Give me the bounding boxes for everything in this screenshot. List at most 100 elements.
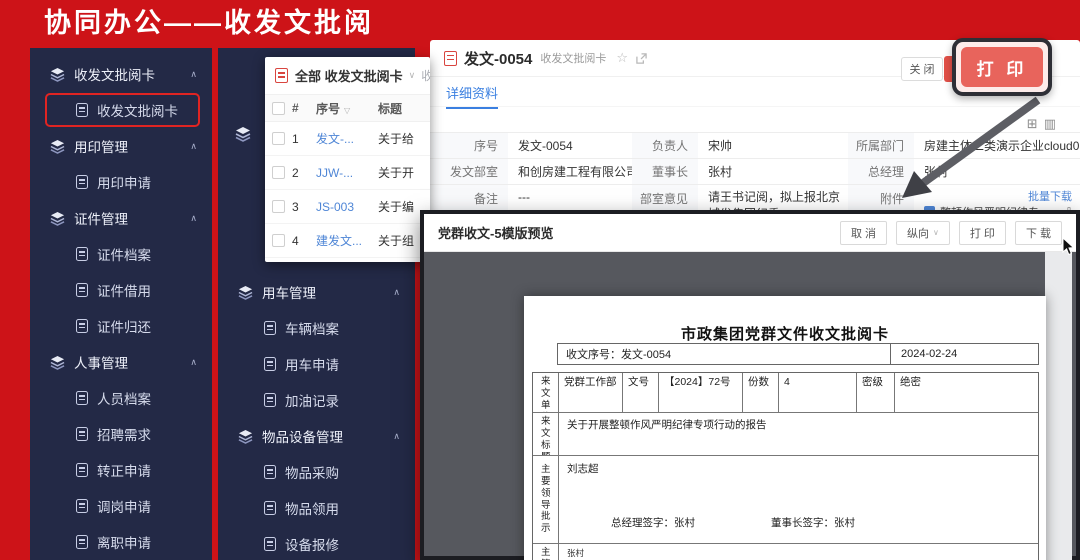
preview-modal: 党群收文-5模版预览 取 消 纵向∨ 打 印 下 载 市政集团党群文件收文批阅卡… [420, 210, 1080, 560]
row-serial-link[interactable]: 发文-... [316, 130, 378, 147]
gm-signature: 总经理签字：张村 [611, 515, 695, 530]
sidebar: 收发文批阅卡 ∧ 收发文批阅卡 用印管理 ∧ 用印申请 证件管理 ∧ 证件档案 … [30, 48, 212, 560]
table-row[interactable]: 1 发文-... 关于给 [265, 122, 430, 156]
field-label: 董事长 [632, 159, 698, 184]
chevron-up-icon[interactable]: ∧ [393, 431, 400, 442]
sidebar-item-renyuan-dangan[interactable]: 人员档案 [30, 380, 212, 416]
preview-doc-title: 市政集团党群文件收文批阅卡 [524, 323, 1046, 344]
table-row[interactable]: 2 JJW-... 关于开 [265, 156, 430, 190]
row-label: 主管领导批示 [533, 544, 559, 560]
clipboard-icon [76, 175, 88, 189]
item-label: 物品领用 [285, 498, 339, 518]
sidebar-item-zhaopin-xuqiu[interactable]: 招聘需求 [30, 416, 212, 452]
layers-icon [50, 211, 65, 226]
layers-icon [50, 139, 65, 154]
orientation-select[interactable]: 纵向∨ [896, 221, 950, 245]
modal-title: 党群收文-5模版预览 [438, 223, 831, 242]
row-serial-link[interactable]: JS-003 [316, 200, 378, 214]
group-label: 证件管理 [74, 208, 128, 228]
badge-icon [76, 463, 88, 477]
row-checkbox[interactable] [272, 132, 285, 145]
menu-item-cheliang-dangan[interactable]: 车辆档案 [218, 310, 415, 346]
cancel-button[interactable]: 取 消 [840, 221, 887, 245]
list-window-header: 全部 收发文批阅卡 ∨ 收发文 [265, 57, 430, 94]
item-label: 调岗申请 [97, 496, 151, 516]
sidebar-item-shoufawen-piyueka[interactable]: 收发文批阅卡 [45, 93, 200, 127]
row-checkbox[interactable] [272, 166, 285, 179]
file-icon [76, 247, 88, 261]
item-label: 加油记录 [285, 390, 339, 410]
row-serial-link[interactable]: JJW-... [316, 166, 378, 180]
item-label: 用车申请 [285, 354, 339, 374]
chevron-up-icon[interactable]: ∧ [190, 213, 197, 224]
chairman-link[interactable]: 张村 [698, 159, 848, 184]
filter-icon[interactable]: ▽ [344, 106, 350, 115]
document-id: 发文-0054 [464, 48, 532, 69]
clipboard-icon [264, 357, 276, 371]
row-serial-link[interactable]: 建发文... [316, 232, 378, 249]
row-checkbox[interactable] [272, 234, 285, 247]
star-icon[interactable]: ☆ [616, 50, 628, 66]
list-icon [264, 465, 276, 479]
chevron-up-icon[interactable]: ∧ [190, 357, 197, 368]
field-label: 发文部室 [430, 159, 508, 184]
sidebar-item-yongyin-shenqing[interactable]: 用印申请 [30, 164, 212, 200]
select-all-checkbox[interactable] [272, 102, 285, 115]
chevron-down-icon[interactable]: ∨ [409, 70, 416, 81]
item-label: 收发文批阅卡 [97, 100, 178, 120]
chairman-signature: 董事长签字：张村 [771, 515, 855, 530]
list-title: 收发文批阅卡 [325, 66, 403, 85]
menu-item-wupin-lingyong[interactable]: 物品领用 [218, 490, 415, 526]
target-icon [76, 427, 88, 441]
clipboard-icon [76, 103, 88, 117]
table-row[interactable]: 4 建发文... 关于组 [265, 224, 430, 258]
sidebar-group-zhengjian[interactable]: 证件管理 ∧ [30, 200, 212, 236]
chevron-up-icon[interactable]: ∧ [190, 69, 197, 80]
modal-print-button[interactable]: 打 印 [959, 221, 1006, 245]
menu-group-yongche[interactable]: 用车管理 ∧ [218, 274, 415, 310]
modal-download-button[interactable]: 下 载 [1015, 221, 1062, 245]
menu-group-wupin-shebei[interactable]: 物品设备管理 ∧ [218, 418, 415, 454]
external-link-icon[interactable] [636, 53, 647, 64]
row-checkbox[interactable] [272, 200, 285, 213]
layers-icon [50, 355, 65, 370]
sidebar-group-yongyin[interactable]: 用印管理 ∧ [30, 128, 212, 164]
sidebar-item-diaogang-shenqing[interactable]: 调岗申请 [30, 488, 212, 524]
chevron-up-icon[interactable]: ∧ [190, 141, 197, 152]
menu-item-wupin-caigou[interactable]: 物品采购 [218, 454, 415, 490]
list-title-prefix: 全部 [295, 66, 321, 85]
print-callout: 打 印 [952, 38, 1052, 96]
menu-item-yongche-shenqing[interactable]: 用车申请 [218, 346, 415, 382]
page-title: 协同办公——收发文批阅 [44, 1, 374, 40]
column-title: 标题 [378, 100, 430, 117]
menu-item-shebei-baoxiu[interactable]: 设备报修 [218, 526, 415, 560]
item-label: 证件借用 [97, 280, 151, 300]
close-button[interactable]: 关 闭 [901, 57, 943, 81]
item-label: 车辆档案 [285, 318, 339, 338]
field-value: 发文-0054 [508, 133, 632, 158]
preview-area: 市政集团党群文件收文批阅卡 收文序号：发文-0054 2024-02-24 来文… [424, 252, 1076, 560]
sidebar-item-zhengjian-guihuan[interactable]: 证件归还 [30, 308, 212, 344]
transfer-icon [76, 499, 88, 513]
chevron-up-icon[interactable]: ∧ [393, 287, 400, 298]
middle-menu: 用车管理 ∧ 车辆档案 用车申请 加油记录 物品设备管理 ∧ [218, 274, 415, 560]
item-label: 证件归还 [97, 316, 151, 336]
tab-details[interactable]: 详细资料 [446, 83, 498, 109]
item-label: 人员档案 [97, 388, 151, 408]
sidebar-group-shoufawen[interactable]: 收发文批阅卡 ∧ [30, 56, 212, 92]
menu-item-jiayou-jilu[interactable]: 加油记录 [218, 382, 415, 418]
group-label: 收发文批阅卡 [74, 64, 155, 84]
mouse-cursor [1062, 238, 1075, 256]
owner-link[interactable]: 宋帅 [698, 133, 848, 158]
sidebar-item-lizhi-shenqing[interactable]: 离职申请 [30, 524, 212, 560]
sidebar-item-zhuanzheng-shenqing[interactable]: 转正申请 [30, 452, 212, 488]
sidebar-item-zhengjian-jieyong[interactable]: 证件借用 [30, 272, 212, 308]
table-row[interactable]: 3 JS-003 关于编 [265, 190, 430, 224]
sidebar-item-zhengjian-dangan[interactable]: 证件档案 [30, 236, 212, 272]
print-button[interactable]: 打 印 [961, 47, 1043, 87]
tool-icon [264, 537, 276, 551]
scrollbar[interactable] [1045, 252, 1072, 560]
red-doc-icon [275, 68, 288, 83]
item-label: 离职申请 [97, 532, 151, 552]
sidebar-group-renshi[interactable]: 人事管理 ∧ [30, 344, 212, 380]
